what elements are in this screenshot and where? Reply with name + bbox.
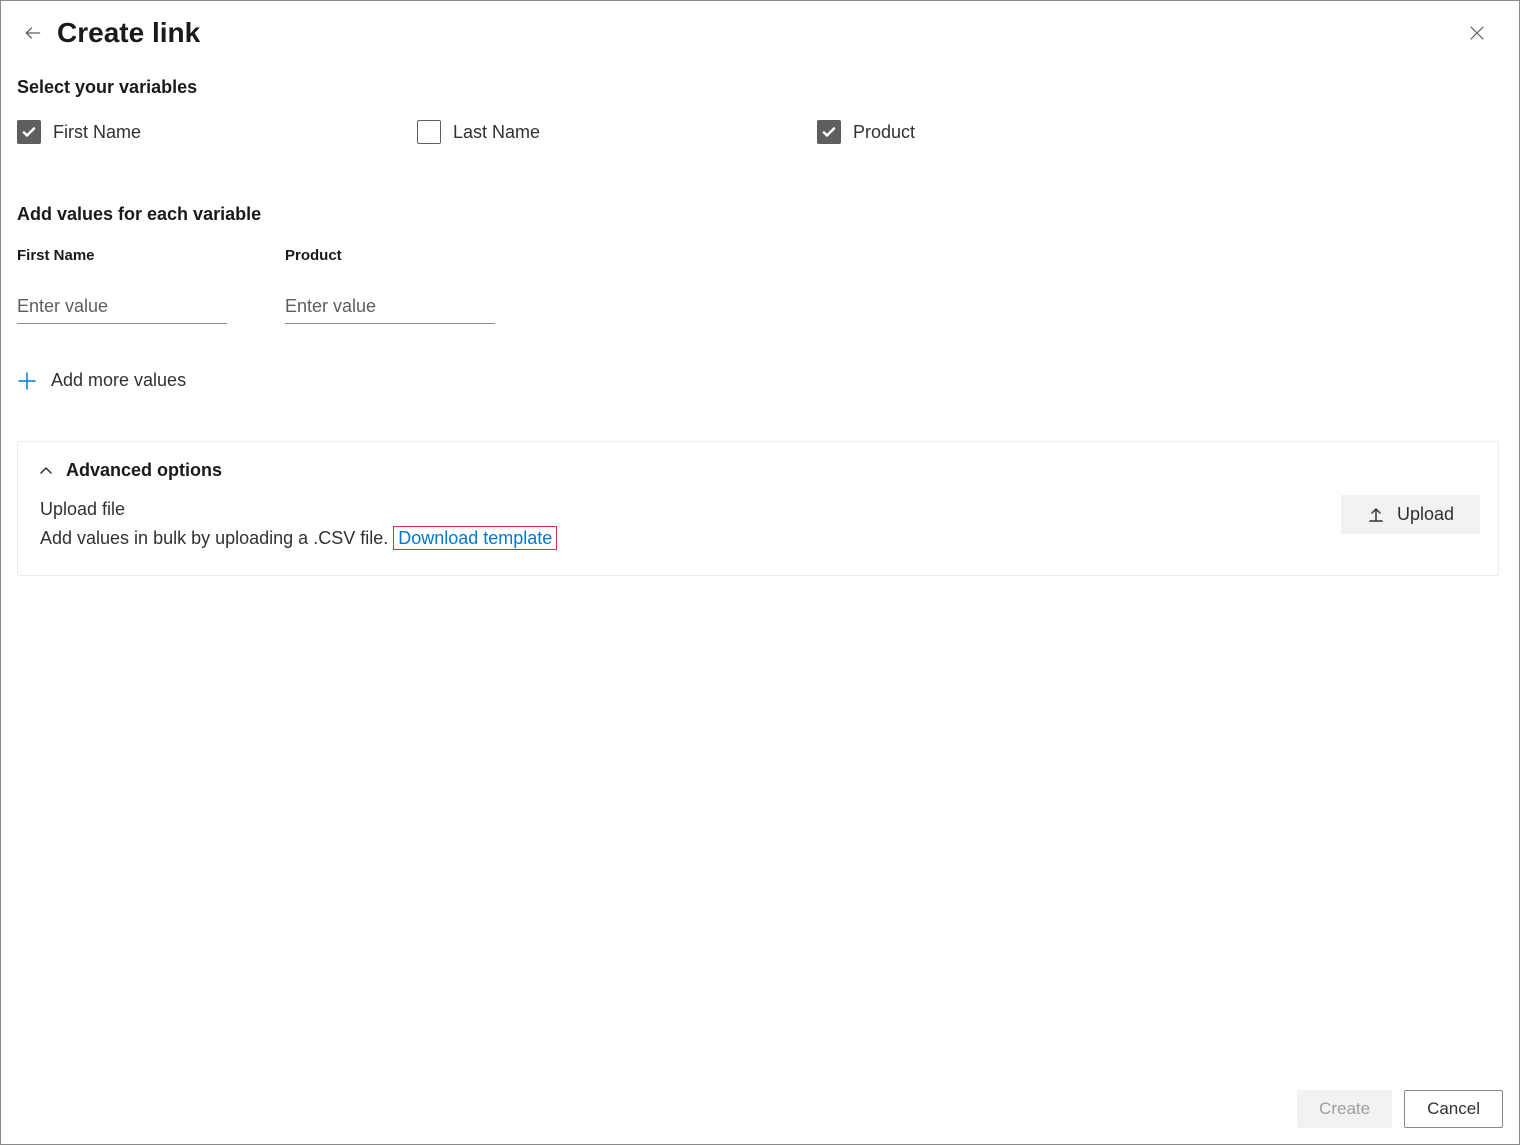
product-input[interactable]: [285, 292, 495, 324]
back-button[interactable]: [17, 17, 49, 49]
upload-icon: [1367, 506, 1385, 524]
upload-button[interactable]: Upload: [1341, 495, 1480, 534]
page-title: Create link: [57, 17, 200, 49]
checkbox-unchecked-icon: [417, 120, 441, 144]
variables-row: First Name Last Name Product: [17, 120, 1503, 144]
checkbox-checked-icon: [17, 120, 41, 144]
variable-first-name[interactable]: First Name: [17, 120, 417, 144]
variable-product[interactable]: Product: [817, 120, 1217, 144]
add-values-heading: Add values for each variable: [17, 204, 1503, 225]
advanced-options-title: Advanced options: [66, 460, 222, 481]
first-name-input[interactable]: [17, 292, 227, 324]
upload-description: Upload file Add values in bulk by upload…: [36, 495, 557, 553]
value-field-product: Product: [285, 247, 495, 324]
cancel-button[interactable]: Cancel: [1404, 1090, 1503, 1128]
close-button[interactable]: [1461, 17, 1493, 49]
checkbox-label: Last Name: [453, 122, 540, 143]
select-variables-heading: Select your variables: [17, 77, 1503, 98]
value-field-first-name: First Name: [17, 247, 227, 324]
create-button[interactable]: Create: [1297, 1090, 1392, 1128]
plus-icon: [17, 371, 37, 391]
add-more-values-button[interactable]: Add more values: [17, 370, 1503, 391]
footer: Create Cancel: [1297, 1090, 1503, 1128]
chevron-up-icon: [36, 461, 56, 481]
arrow-left-icon: [23, 23, 43, 43]
value-fields: First Name Product: [17, 247, 1503, 324]
variable-last-name[interactable]: Last Name: [417, 120, 817, 144]
value-field-label: First Name: [17, 247, 227, 264]
value-field-label: Product: [285, 247, 495, 264]
checkbox-checked-icon: [817, 120, 841, 144]
checkbox-label: Product: [853, 122, 915, 143]
download-template-link[interactable]: Download template: [393, 526, 557, 550]
upload-file-title: Upload file: [40, 499, 125, 519]
header: Create link: [1, 1, 1519, 57]
upload-file-desc: Add values in bulk by uploading a .CSV f…: [40, 528, 393, 548]
upload-button-label: Upload: [1397, 504, 1454, 525]
checkbox-label: First Name: [53, 122, 141, 143]
close-icon: [1469, 25, 1485, 41]
advanced-options-header[interactable]: Advanced options: [36, 460, 1480, 481]
advanced-options-panel: Advanced options Upload file Add values …: [17, 441, 1499, 576]
add-more-label: Add more values: [51, 370, 186, 391]
